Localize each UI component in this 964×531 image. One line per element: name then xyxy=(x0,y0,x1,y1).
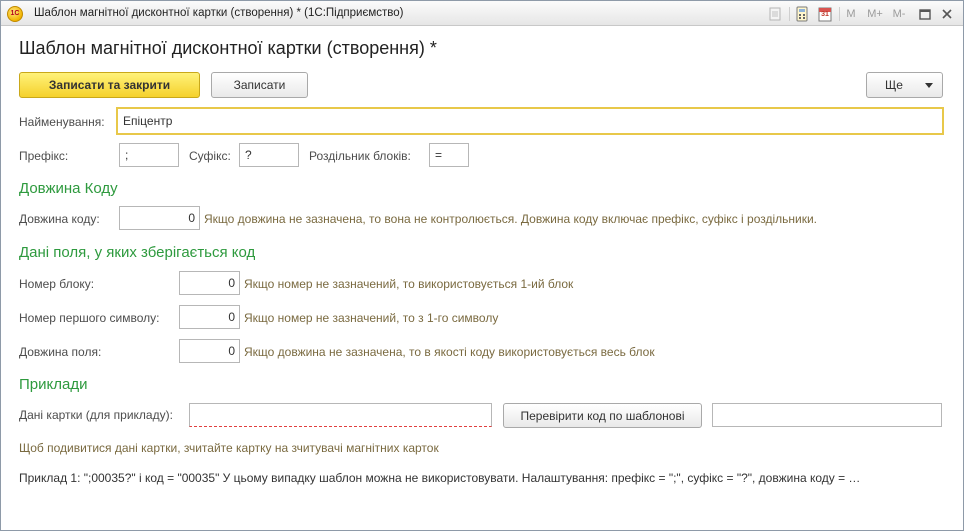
block-number-field[interactable]: 0 xyxy=(179,271,240,295)
code-length-hint: Якщо довжина не зазначена, то вона не ко… xyxy=(204,212,818,226)
document-icon[interactable] xyxy=(767,6,783,22)
title-bar: 1С Шаблон магнітної дисконтної картки (с… xyxy=(1,1,963,26)
app-logo-icon: 1С xyxy=(7,6,23,22)
toolbar-separator xyxy=(839,7,840,21)
name-field[interactable]: Епіцентр xyxy=(116,107,944,135)
name-label: Найменування: xyxy=(19,115,105,129)
fields-section-title: Дані поля, у яких зберігається код xyxy=(19,244,256,261)
restore-window-icon[interactable] xyxy=(918,6,932,22)
code-length-label: Довжина коду: xyxy=(19,212,100,226)
separator-field[interactable]: = xyxy=(429,143,469,167)
read-card-hint: Щоб подивитися дані картки, зчитайте кар… xyxy=(19,441,439,455)
memory-minus-button[interactable]: M- xyxy=(889,6,909,22)
first-symbol-field[interactable]: 0 xyxy=(179,305,240,329)
check-code-button[interactable]: Перевірити код по шаблонові xyxy=(503,403,702,428)
close-icon[interactable] xyxy=(940,6,954,22)
card-data-label: Дані картки (для прикладу): xyxy=(19,408,173,422)
first-symbol-hint: Якщо номер не зазначений, то з 1-го симв… xyxy=(244,311,499,325)
suffix-label: Суфікс: xyxy=(189,149,231,163)
main-window: 1С Шаблон магнітної дисконтної картки (с… xyxy=(0,0,964,531)
field-length-hint: Якщо довжина не зазначена, то в якості к… xyxy=(244,345,655,359)
more-button[interactable]: Ще xyxy=(866,72,943,98)
calendar-icon[interactable]: 31 xyxy=(817,6,833,22)
more-button-label: Ще xyxy=(885,78,903,92)
code-length-field[interactable]: 0 xyxy=(119,206,200,230)
prefix-label: Префікс: xyxy=(19,149,69,163)
examples-section-title: Приклади xyxy=(19,376,88,393)
calculator-icon[interactable] xyxy=(794,6,810,22)
block-number-label: Номер блоку: xyxy=(19,277,95,291)
save-and-close-button[interactable]: Записати та закрити xyxy=(19,72,200,98)
prefix-field[interactable]: ; xyxy=(119,143,179,167)
toolbar-separator xyxy=(789,7,790,21)
field-length-label: Довжина поля: xyxy=(19,345,102,359)
example-text: Приклад 1: ";00035?" і код = "00035" У ц… xyxy=(19,471,861,485)
page-title: Шаблон магнітної дисконтної картки (ство… xyxy=(19,38,437,58)
check-result-field[interactable] xyxy=(712,403,942,427)
calendar-day: 31 xyxy=(821,11,829,18)
block-number-hint: Якщо номер не зазначений, то використову… xyxy=(244,277,574,291)
field-length-field[interactable]: 0 xyxy=(179,339,240,363)
memory-m-button[interactable]: M xyxy=(844,6,858,22)
separator-label: Роздільник блоків: xyxy=(309,149,411,163)
first-symbol-label: Номер першого символу: xyxy=(19,311,160,325)
card-data-field[interactable] xyxy=(189,403,492,427)
memory-plus-button[interactable]: M+ xyxy=(865,6,885,22)
window-title: Шаблон магнітної дисконтної картки (ство… xyxy=(34,7,404,19)
suffix-field[interactable]: ? xyxy=(239,143,299,167)
code-length-section-title: Довжина Коду xyxy=(19,180,118,197)
save-button[interactable]: Записати xyxy=(211,72,308,98)
chevron-down-icon xyxy=(925,83,933,88)
